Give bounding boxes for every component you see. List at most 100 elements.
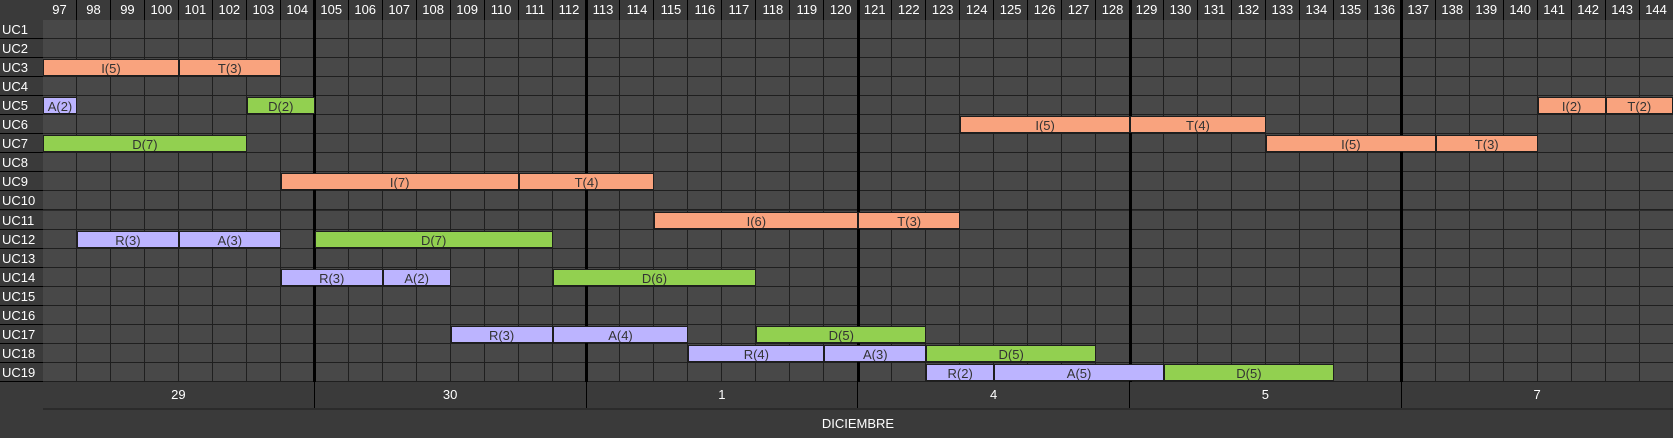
grid-cell[interactable]: [1231, 134, 1266, 154]
grid-cell[interactable]: [1333, 153, 1368, 173]
grid-cell[interactable]: [450, 115, 485, 135]
grid-cell[interactable]: [722, 134, 757, 154]
grid-cell[interactable]: [1197, 267, 1232, 287]
grid-cell[interactable]: [518, 96, 553, 116]
grid-cell[interactable]: [144, 115, 179, 135]
grid-cell[interactable]: [280, 39, 315, 59]
grid-cell[interactable]: [824, 248, 859, 268]
grid-cell[interactable]: [1333, 20, 1368, 40]
grid-cell[interactable]: [1605, 58, 1640, 78]
grid-cell[interactable]: [620, 362, 655, 382]
grid-cell[interactable]: [76, 172, 111, 192]
grid-cell[interactable]: [212, 77, 247, 97]
grid-cell[interactable]: [858, 58, 893, 78]
grid-cell[interactable]: [688, 305, 723, 325]
grid-cell[interactable]: [1062, 153, 1097, 173]
grid-cell[interactable]: [1469, 20, 1504, 40]
grid-cell[interactable]: [1503, 210, 1538, 230]
grid-cell[interactable]: [1197, 305, 1232, 325]
grid-cell[interactable]: [1401, 191, 1436, 211]
grid-cell[interactable]: [722, 286, 757, 306]
grid-cell[interactable]: [1503, 172, 1538, 192]
grid-cell[interactable]: [1503, 153, 1538, 173]
grid-cell[interactable]: [1299, 229, 1334, 249]
grid-cell[interactable]: [43, 286, 77, 306]
grid-cell[interactable]: [858, 191, 893, 211]
grid-cell[interactable]: [1130, 286, 1164, 306]
grid-cell[interactable]: [1571, 77, 1606, 97]
grid-cell[interactable]: [144, 153, 179, 173]
grid-cell[interactable]: [212, 172, 247, 192]
grid-cell[interactable]: [790, 39, 825, 59]
grid-cell[interactable]: [1639, 343, 1673, 363]
grid-cell[interactable]: [824, 77, 859, 97]
grid-cell[interactable]: [790, 305, 825, 325]
grid-cell[interactable]: [926, 172, 961, 192]
grid-cell[interactable]: [960, 248, 995, 268]
grid-cell[interactable]: [1639, 324, 1673, 344]
grid-cell[interactable]: [314, 191, 349, 211]
grid-cell[interactable]: [314, 39, 349, 59]
grid-cell[interactable]: [450, 20, 485, 40]
grid-cell[interactable]: [756, 96, 791, 116]
grid-cell[interactable]: [1028, 58, 1063, 78]
grid-cell[interactable]: [688, 20, 723, 40]
grid-cell[interactable]: [824, 20, 859, 40]
grid-cell[interactable]: [1435, 153, 1470, 173]
grid-cell[interactable]: [1062, 96, 1097, 116]
grid-cell[interactable]: [1537, 248, 1572, 268]
grid-cell[interactable]: [1503, 191, 1538, 211]
grid-cell[interactable]: [620, 77, 655, 97]
grid-cell[interactable]: [1367, 39, 1402, 59]
task-bar-d[interactable]: D(7): [314, 230, 553, 248]
grid-cell[interactable]: [1469, 305, 1504, 325]
grid-cell[interactable]: [654, 248, 689, 268]
grid-cell[interactable]: [1164, 305, 1198, 325]
grid-cell[interactable]: [382, 248, 417, 268]
grid-cell[interactable]: [76, 362, 111, 382]
task-bar-r[interactable]: R(2): [926, 363, 995, 381]
grid-cell[interactable]: [1367, 324, 1402, 344]
grid-cell[interactable]: [484, 248, 519, 268]
grid-cell[interactable]: [1503, 324, 1538, 344]
grid-cell[interactable]: [994, 248, 1029, 268]
grid-cell[interactable]: [1401, 20, 1436, 40]
grid-cell[interactable]: [1028, 229, 1063, 249]
grid-cell[interactable]: [1062, 210, 1097, 230]
task-bar-t[interactable]: T(4): [518, 173, 655, 191]
grid-cell[interactable]: [1231, 248, 1266, 268]
grid-cell[interactable]: [994, 134, 1029, 154]
grid-cell[interactable]: [110, 324, 145, 344]
grid-cell[interactable]: [1164, 153, 1198, 173]
grid-cell[interactable]: [382, 153, 417, 173]
grid-cell[interactable]: [314, 153, 349, 173]
grid-cell[interactable]: [994, 39, 1029, 59]
grid-cell[interactable]: [688, 77, 723, 97]
grid-cell[interactable]: [416, 39, 451, 59]
grid-cell[interactable]: [586, 210, 621, 230]
grid-cell[interactable]: [926, 248, 961, 268]
grid-cell[interactable]: [178, 324, 213, 344]
grid-cell[interactable]: [450, 96, 485, 116]
task-bar-a[interactable]: A(4): [552, 325, 689, 343]
grid-cell[interactable]: [892, 153, 927, 173]
grid-cell[interactable]: [450, 248, 485, 268]
grid-cell[interactable]: [1367, 191, 1402, 211]
grid-cell[interactable]: [1164, 267, 1198, 287]
grid-cell[interactable]: [212, 343, 247, 363]
grid-cell[interactable]: [1062, 305, 1097, 325]
grid-cell[interactable]: [824, 191, 859, 211]
grid-cell[interactable]: [960, 20, 995, 40]
grid-cell[interactable]: [212, 305, 247, 325]
grid-cell[interactable]: [892, 39, 927, 59]
grid-cell[interactable]: [43, 172, 77, 192]
grid-cell[interactable]: [1028, 191, 1063, 211]
task-bar-t[interactable]: T(4): [1130, 116, 1266, 134]
grid-cell[interactable]: [926, 153, 961, 173]
grid-cell[interactable]: [620, 210, 655, 230]
grid-cell[interactable]: [1096, 343, 1131, 363]
grid-cell[interactable]: [824, 58, 859, 78]
grid-cell[interactable]: [1265, 96, 1300, 116]
grid-cell[interactable]: [1401, 153, 1436, 173]
task-bar-d[interactable]: D(2): [246, 97, 315, 115]
